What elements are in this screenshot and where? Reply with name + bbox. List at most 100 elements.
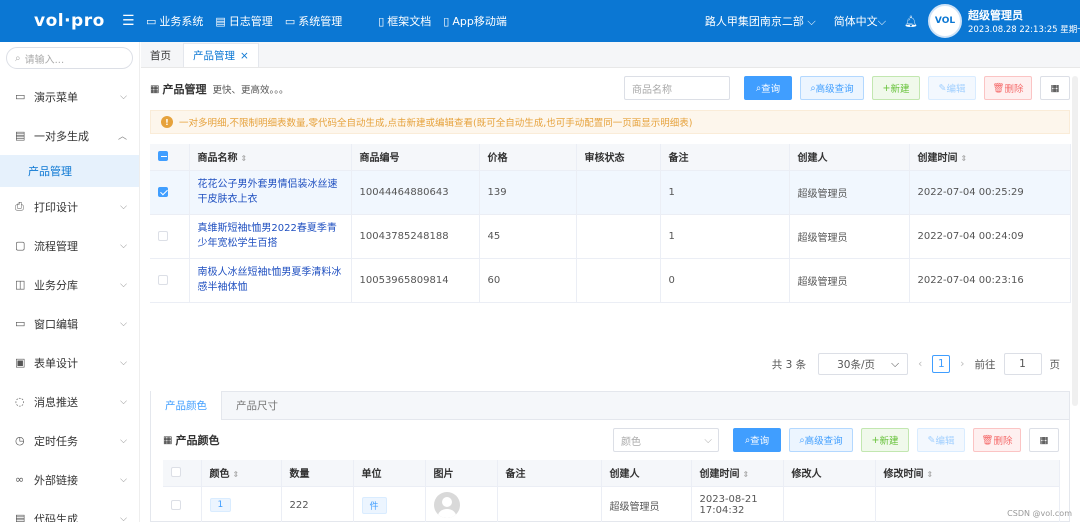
col-modified[interactable]: 修改时间 ⇕ <box>875 460 1060 487</box>
form-icon: ▣ <box>15 356 26 369</box>
prev-page-icon[interactable]: ‹ <box>918 358 922 370</box>
col-color[interactable]: 颜色 ⇕ <box>201 460 282 487</box>
user-info[interactable]: 超级管理员 2023.08.28 22:13:25 星期一 <box>968 7 1080 35</box>
monitor-icon: ▭ <box>15 90 26 103</box>
avatar[interactable]: VOL <box>928 4 962 38</box>
page-subtitle: 更快、更高效。。。 <box>212 85 289 96</box>
sort-icon[interactable]: ⇕ <box>233 470 240 479</box>
sidebar-subitem-product[interactable]: 产品管理 <box>0 155 139 187</box>
product-name-search-input[interactable]: 商品名称 <box>624 76 730 100</box>
top-bar: vol·pro ☰ ▭ 业务系统 ▤ 日志管理 ▭ 系统管理 ▯ 框架文档 ▯ App移动… <box>0 0 1080 42</box>
bell-icon[interactable]: 🔔︎ <box>904 15 918 28</box>
row-checkbox[interactable] <box>150 170 190 215</box>
detail-edit-button[interactable]: ✎ 编辑 <box>917 428 965 452</box>
row-checkbox[interactable] <box>150 214 190 259</box>
tab-product-color[interactable]: 产品颜色 <box>151 391 222 420</box>
add-button[interactable]: + 新建 <box>872 76 920 100</box>
row-checkbox[interactable] <box>150 258 190 303</box>
monitor-icon: ▭ <box>146 14 157 28</box>
sidebar-item-demo[interactable]: ▭ 演示菜单 ⌵ <box>0 77 139 116</box>
product-creator: 超级管理员 <box>789 214 910 259</box>
detail-delete-button[interactable]: 🗑︎ 删除 <box>973 428 1021 452</box>
document-icon: ▯ <box>378 14 385 28</box>
current-page[interactable]: 1 <box>932 355 951 373</box>
sidebar-search-input[interactable]: ⌕ 请输入... <box>6 47 133 69</box>
page-tabs: 首页 产品管理 × <box>141 42 1080 68</box>
sidebar-item-codegen[interactable]: ▤ 代码生成 ⌵ <box>0 499 139 522</box>
sidebar-item-form-design[interactable]: ▣ 表单设计 ⌵ <box>0 343 139 382</box>
next-page-icon[interactable]: › <box>960 358 964 370</box>
sidebar-item-sharding[interactable]: ◫ 业务分库 ⌵ <box>0 265 139 304</box>
detail-advanced-query-button[interactable]: ⌕ 高级查询 <box>789 428 853 452</box>
sidebar-item-scheduled-tasks[interactable]: ◷ 定时任务 ⌵ <box>0 421 139 460</box>
product-name[interactable]: 真维斯短袖t恤男2022春夏季青少年宽松学生百搭 <box>189 214 352 259</box>
chevron-down-icon: ⌵ <box>891 357 900 370</box>
sidebar-item-workflow[interactable]: ▢ 流程管理 ⌵ <box>0 226 139 265</box>
col-created[interactable]: 创建时间 ⇕ <box>691 460 784 487</box>
topnav-app[interactable]: ▯ App移动端 <box>443 13 507 29</box>
detail-query-button[interactable]: ⌕ 查询 <box>733 428 781 452</box>
tab-product-management[interactable]: 产品管理 × <box>183 43 259 67</box>
sidebar-item-print[interactable]: ⎙ 打印设计 ⌵ <box>0 187 139 226</box>
detail-add-button[interactable]: + 新建 <box>861 428 909 452</box>
product-note: 1 <box>660 170 790 215</box>
detail-panel: 产品颜色 产品尺寸 ▦ 产品颜色 颜色 ⌵ ⌕ 查询 ⌕ 高级查询 + 新建 ✎ 编辑 🗑… <box>150 391 1070 522</box>
chevron-down-icon: ⌵ <box>120 279 127 290</box>
more-grid-button[interactable]: ▦ <box>1040 76 1070 100</box>
select-all-checkbox[interactable] <box>150 144 190 171</box>
user-time: 2023.08.28 22:13:25 星期一 <box>968 25 1080 35</box>
row-checkbox[interactable] <box>163 486 202 522</box>
product-table: 商品名称 ⇕ 商品编号 价格 审核状态 备注 创建人 创建时间 ⇕ 花花公子男外套男… <box>150 144 1071 303</box>
detail-more-grid-button[interactable]: ▦ <box>1029 428 1059 452</box>
topnav-business[interactable]: ▭ 业务系统 <box>146 13 203 29</box>
warning-icon: ! <box>161 116 173 128</box>
sort-icon[interactable]: ⇕ <box>927 470 934 479</box>
query-button[interactable]: ⌕ 查询 <box>744 76 792 100</box>
col-time[interactable]: 创建时间 ⇕ <box>909 144 1071 171</box>
pagination: 共 3 条 30条/页 ⌵ ‹ 1 › 前往 1 页 <box>150 352 1070 376</box>
table-row[interactable]: 1 222 件 超级管理员 2023-08-21 17:04:32 <box>163 486 1060 522</box>
sort-icon[interactable]: ⇕ <box>743 470 750 479</box>
clock-icon: ◷ <box>15 434 25 447</box>
language-selector[interactable]: 简体中文⌵ <box>834 13 886 29</box>
sidebar-item-one-to-many[interactable]: ▤ 一对多生成 ︿ <box>0 116 139 155</box>
delete-button[interactable]: 🗑︎ 删除 <box>984 76 1032 100</box>
color-select[interactable]: 颜色 ⌵ <box>613 428 719 452</box>
goto-page-input[interactable]: 1 <box>1003 353 1042 375</box>
col-name[interactable]: 商品名称 ⇕ <box>189 144 352 171</box>
sidebar-item-external-links[interactable]: ∞ 外部链接 ⌵ <box>0 460 139 499</box>
table-row[interactable]: 南极人冰丝短袖t恤男夏季清料冰感半袖体恤 10053965809814 60 0… <box>150 258 1071 303</box>
tab-home[interactable]: 首页 <box>141 43 180 67</box>
topnav-logs[interactable]: ▤ 日志管理 <box>215 13 272 29</box>
edit-button[interactable]: ✎ 编辑 <box>928 76 976 100</box>
app-logo[interactable]: vol·pro <box>0 11 140 31</box>
info-alert: ! 一对多明细,不限制明细表数量,零代码全自动生成,点击新建或编辑查看(既可全自… <box>150 110 1070 134</box>
sort-icon[interactable]: ⇕ <box>241 154 248 163</box>
sidebar-item-messages[interactable]: ◌ 消息推送 ⌵ <box>0 382 139 421</box>
product-time: 2022-07-04 00:25:29 <box>909 170 1071 215</box>
product-name[interactable]: 花花公子男外套男情侣装冰丝速干皮肤衣上衣 <box>189 170 352 215</box>
product-name[interactable]: 南极人冰丝短袖t恤男夏季清料冰感半袖体恤 <box>189 258 352 303</box>
menu-toggle-icon[interactable]: ☰ <box>122 13 136 29</box>
product-status <box>576 214 661 259</box>
calendar-icon: ▤ <box>15 129 26 142</box>
product-note: 1 <box>660 214 790 259</box>
select-all-checkbox[interactable] <box>163 460 202 487</box>
grid-icon: ▦ <box>1050 82 1060 94</box>
topnav-docs[interactable]: ▯ 框架文档 <box>378 13 431 29</box>
org-selector[interactable]: 路人甲集团南京二部 ⌵ <box>705 13 816 29</box>
close-icon[interactable]: × <box>240 50 249 62</box>
tab-product-size[interactable]: 产品尺寸 <box>222 391 292 419</box>
watermark: CSDN @vol.com <box>1007 509 1072 518</box>
sort-icon[interactable]: ⇕ <box>961 154 968 163</box>
sidebar-item-window-edit[interactable]: ▭ 窗口编辑 ⌵ <box>0 304 139 343</box>
page-size-select[interactable]: 30条/页 ⌵ <box>818 353 909 375</box>
image-placeholder-icon[interactable] <box>433 492 460 518</box>
topnav-system[interactable]: ▭ 系统管理 <box>285 13 342 29</box>
chat-icon: ◌ <box>15 395 25 408</box>
page-scrollbar[interactable] <box>1072 76 1078 406</box>
image-cell <box>425 486 498 522</box>
table-row[interactable]: 花花公子男外套男情侣装冰丝速干皮肤衣上衣 10044464880643 139 … <box>150 170 1071 215</box>
table-row[interactable]: 真维斯短袖t恤男2022春夏季青少年宽松学生百搭 10043785248188 … <box>150 214 1071 259</box>
advanced-query-button[interactable]: ⌕ 高级查询 <box>800 76 864 100</box>
